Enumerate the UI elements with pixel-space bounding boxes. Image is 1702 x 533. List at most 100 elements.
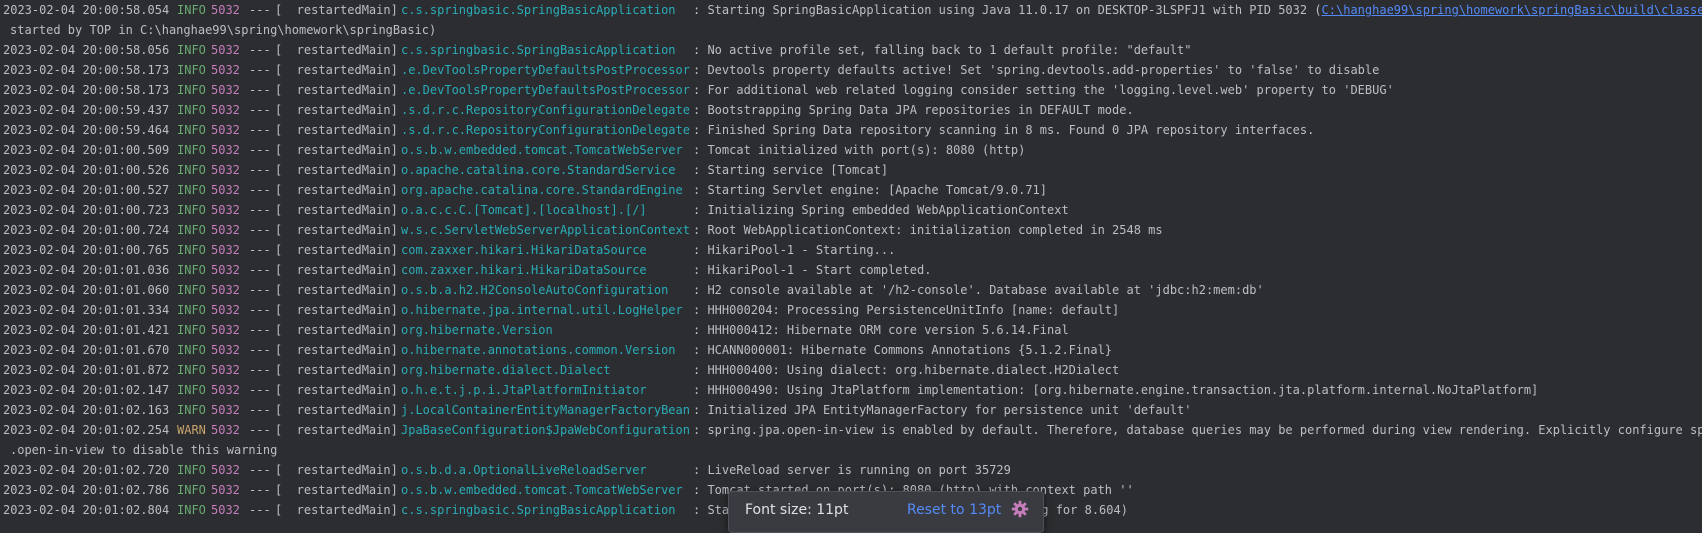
log-message: : Starting Servlet engine: [Apache Tomca…	[693, 180, 1047, 200]
log-message: : LiveReload server is running on port 3…	[693, 460, 1011, 480]
log-message: : HHH000412: Hibernate ORM core version …	[693, 320, 1069, 340]
log-thread: [ restartedMain]	[275, 403, 398, 417]
log-timestamp: 2023-02-04 20:01:01.060	[3, 283, 170, 297]
log-separator: ---	[249, 323, 271, 337]
log-separator: ---	[249, 363, 271, 377]
gear-icon[interactable]	[1011, 500, 1029, 518]
log-message: : For additional web related logging con…	[693, 80, 1394, 100]
log-message-text: : HikariPool-1 - Start completed.	[693, 263, 932, 277]
log-thread: [ restartedMain]	[275, 243, 398, 257]
log-separator: ---	[249, 303, 271, 317]
log-pid: 5032	[211, 163, 240, 177]
log-separator: ---	[249, 483, 271, 497]
log-pid: 5032	[211, 103, 240, 117]
log-timestamp: 2023-02-04 20:00:59.464	[3, 123, 170, 137]
log-timestamp: 2023-02-04 20:01:02.720	[3, 463, 170, 477]
log-separator: ---	[249, 183, 271, 197]
log-separator: ---	[249, 423, 271, 437]
log-pid: 5032	[211, 403, 240, 417]
log-logger: com.zaxxer.hikari.HikariDataSource	[401, 263, 647, 277]
log-thread: [ restartedMain]	[275, 123, 398, 137]
log-thread: [ restartedMain]	[275, 303, 398, 317]
log-logger: .s.d.r.c.RepositoryConfigurationDelegate	[401, 103, 690, 117]
log-level: INFO	[177, 43, 206, 57]
log-message: : Tomcat initialized with port(s): 8080 …	[693, 140, 1025, 160]
log-level: INFO	[177, 203, 206, 217]
log-thread: [ restartedMain]	[275, 323, 398, 337]
log-logger: .e.DevToolsPropertyDefaultsPostProcessor	[401, 83, 690, 97]
log-separator: ---	[249, 223, 271, 237]
log-separator: ---	[249, 403, 271, 417]
log-logger: c.s.springbasic.SpringBasicApplication	[401, 3, 676, 17]
log-message: : spring.jpa.open-in-view is enabled by …	[693, 420, 1702, 440]
log-logger: o.a.c.c.C.[Tomcat].[localhost].[/]	[401, 203, 647, 217]
log-level: INFO	[177, 323, 206, 337]
log-pid: 5032	[211, 3, 240, 17]
log-logger: o.h.e.t.j.p.i.JtaPlatformInitiator	[401, 383, 647, 397]
log-timestamp: 2023-02-04 20:01:01.334	[3, 303, 170, 317]
log-message: : Root WebApplicationContext: initializa…	[693, 220, 1163, 240]
log-thread: [ restartedMain]	[275, 103, 398, 117]
log-logger: o.hibernate.jpa.internal.util.LogHelper	[401, 303, 683, 317]
log-pid: 5032	[211, 183, 240, 197]
log-logger: JpaBaseConfiguration$JpaWebConfiguration	[401, 423, 690, 437]
log-level: INFO	[177, 403, 206, 417]
log-thread: [ restartedMain]	[275, 423, 398, 437]
log-message-text: : Initializing Spring embedded WebApplic…	[693, 203, 1069, 217]
log-pid: 5032	[211, 423, 240, 437]
log-pid: 5032	[211, 303, 240, 317]
log-message: : Bootstrapping Spring Data JPA reposito…	[693, 100, 1134, 120]
log-timestamp: 2023-02-04 20:01:00.765	[3, 243, 170, 257]
log-message-text: : Root WebApplicationContext: initializa…	[693, 223, 1163, 237]
log-thread: [ restartedMain]	[275, 203, 398, 217]
log-level: INFO	[177, 103, 206, 117]
log-message-text: : H2 console available at '/h2-console'.…	[693, 283, 1264, 297]
log-level: INFO	[177, 483, 206, 497]
log-logger: .e.DevToolsPropertyDefaultsPostProcessor	[401, 63, 690, 77]
log-logger: o.s.b.w.embedded.tomcat.TomcatWebServer	[401, 483, 683, 497]
log-message-text: : Bootstrapping Spring Data JPA reposito…	[693, 103, 1134, 117]
log-level: INFO	[177, 463, 206, 477]
reset-font-size-link[interactable]: Reset to 13pt	[907, 502, 1001, 518]
log-message: : HHH000400: Using dialect: org.hibernat…	[693, 360, 1119, 380]
log-thread: [ restartedMain]	[275, 383, 398, 397]
log-timestamp: 2023-02-04 20:00:58.054	[3, 3, 170, 17]
log-timestamp: 2023-02-04 20:01:01.421	[3, 323, 170, 337]
log-pid: 5032	[211, 43, 240, 57]
log-message: : Starting SpringBasicApplication using …	[693, 0, 1702, 20]
log-pid: 5032	[211, 463, 240, 477]
log-timestamp: 2023-02-04 20:01:02.163	[3, 403, 170, 417]
log-message: : Devtools property defaults active! Set…	[693, 60, 1379, 80]
log-continuation-text: started by TOP in C:\hanghae99\spring\ho…	[10, 23, 437, 37]
log-timestamp: 2023-02-04 20:00:58.056	[3, 43, 170, 57]
log-level: INFO	[177, 143, 206, 157]
console-output[interactable]: 2023-02-04 20:00:58.054 INFO 5032 --- [ rest…	[0, 0, 1702, 521]
log-message-text: : HCANN000001: Hibernate Commons Annotat…	[693, 343, 1113, 357]
log-message: : Initializing Spring embedded WebApplic…	[693, 200, 1069, 220]
log-logger: o.s.b.a.h2.H2ConsoleAutoConfiguration	[401, 283, 669, 297]
log-message-text: : HHH000490: Using JtaPlatform implement…	[693, 383, 1539, 397]
log-pid: 5032	[211, 123, 240, 137]
log-pid: 5032	[211, 363, 240, 377]
log-logger: o.hibernate.annotations.common.Version	[401, 343, 676, 357]
log-message: : Finished Spring Data repository scanni…	[693, 120, 1314, 140]
log-separator: ---	[249, 283, 271, 297]
log-separator: ---	[249, 163, 271, 177]
log-pid: 5032	[211, 503, 240, 517]
log-pid: 5032	[211, 223, 240, 237]
log-thread: [ restartedMain]	[275, 283, 398, 297]
log-message-text: : LiveReload server is running on port 3…	[693, 463, 1011, 477]
log-message-text: : HikariPool-1 - Starting...	[693, 243, 896, 257]
log-timestamp: 2023-02-04 20:01:01.872	[3, 363, 170, 377]
log-separator: ---	[249, 503, 271, 517]
log-pid: 5032	[211, 383, 240, 397]
log-message-text: : HHH000400: Using dialect: org.hibernat…	[693, 363, 1120, 377]
log-path-link[interactable]: C:\hanghae99\spring\homework\springBasic…	[1322, 3, 1702, 17]
log-logger: org.apache.catalina.core.StandardEngine	[401, 183, 683, 197]
log-message: : HikariPool-1 - Starting...	[693, 240, 895, 260]
log-logger: c.s.springbasic.SpringBasicApplication	[401, 503, 676, 517]
log-continuation-text: .open-in-view to disable this warning	[10, 443, 278, 457]
log-message-text: : Tomcat initialized with port(s): 8080 …	[693, 143, 1026, 157]
log-level: WARN	[177, 423, 206, 437]
font-size-label: Font size: 11pt	[745, 502, 849, 518]
